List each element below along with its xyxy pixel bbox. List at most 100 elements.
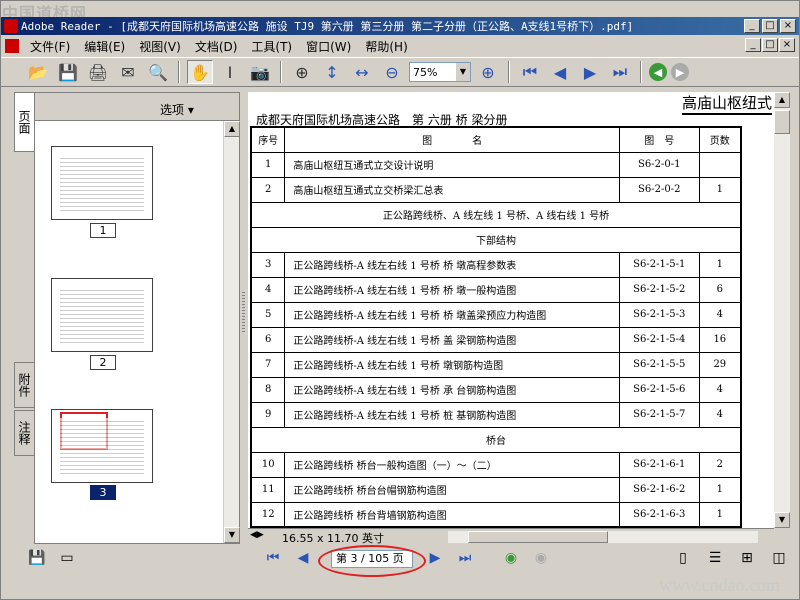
menu-view[interactable]: 视图(V) [132, 38, 188, 55]
last-page-icon[interactable]: ⏭ [607, 60, 633, 84]
menu-tools[interactable]: 工具(T) [244, 38, 299, 55]
continuous-facing-icon[interactable]: ◫ [769, 550, 789, 568]
adobe-reader-icon [4, 19, 18, 33]
chevron-down-icon[interactable]: ▼ [456, 63, 470, 81]
table-row: 4 正公路跨线桥-A 线左右线 1 号桥 桥 墩一般构造图 S6-2-1-5-2 6 [250, 276, 742, 303]
go-forward-icon[interactable]: ◉ [531, 550, 551, 568]
select-text-icon[interactable]: Ⅰ [217, 60, 243, 84]
page-icon[interactable]: ▭ [57, 550, 77, 568]
page-thumbnail[interactable] [51, 278, 153, 352]
row-number: 6 [250, 326, 286, 353]
page-count: 16 [698, 326, 742, 353]
document-view[interactable]: 成都天府国际机场高速公路 第 六册 桥 梁分册 高庙山枢纽式 序号 图 名 图 … [248, 92, 774, 528]
drawing-code: S6-2-1-6-1 [618, 451, 700, 478]
tab-attachments[interactable]: 附件 [14, 362, 34, 408]
print-icon[interactable]: 🖨 [85, 60, 111, 84]
page-thumbnail-selected[interactable] [51, 409, 153, 483]
minimize-button[interactable]: _ [744, 19, 760, 33]
row-number: 7 [250, 351, 286, 378]
continuous-icon[interactable]: ☰ [705, 550, 725, 568]
table-row: 8 正公路跨线桥-A 线左右线 1 号桥 承 台钢筋构造图 S6-2-1-5-6 4 [250, 376, 742, 403]
search-icon[interactable]: 🔍 [145, 60, 171, 84]
document-scrollbar[interactable]: ▲ ▼ [774, 92, 790, 528]
menu-help[interactable]: 帮助(H) [358, 38, 414, 55]
go-back-icon[interactable]: ◀ [649, 63, 667, 81]
scroll-up-icon[interactable]: ▲ [224, 121, 240, 137]
table-row: 9 正公路跨线桥-A 线左右线 1 号桥 桩 基钢筋构造图 S6-2-1-5-7 4 [250, 401, 742, 428]
single-page-icon[interactable]: ▯ [673, 550, 693, 568]
next-page-icon[interactable]: ▶ [577, 60, 603, 84]
scroll-down-icon[interactable]: ▼ [774, 512, 790, 528]
thumbnail-page-number: 1 [90, 223, 116, 238]
scroll-up-icon[interactable]: ▲ [774, 92, 790, 108]
menu-document[interactable]: 文档(D) [188, 38, 245, 55]
page-count: 2 [698, 451, 742, 478]
drawing-name: 正公路跨线桥-A 线左右线 1 号桥 桩 基钢筋构造图 [284, 401, 620, 428]
drawing-code: S6-2-0-1 [618, 151, 700, 178]
drawing-code: S6-2-1-5-5 [618, 351, 700, 378]
splitter-grip[interactable] [242, 292, 245, 332]
first-page-icon[interactable]: ⏮ [517, 60, 543, 84]
doc-close-button[interactable]: × [779, 38, 795, 52]
facing-icon[interactable]: ⊞ [737, 550, 757, 568]
page-count: 1 [698, 176, 742, 203]
zoom-in-icon[interactable]: ⊕ [475, 60, 501, 84]
doc-minimize-button[interactable]: _ [745, 38, 761, 52]
table-row: 6 正公路跨线桥-A 线左右线 1 号桥 盖 梁钢筋构造图 S6-2-1-5-4 16 [250, 326, 742, 353]
fit-width-icon[interactable]: ↔ [349, 60, 375, 84]
drawing-code: S6-2-0-2 [618, 176, 700, 203]
table-header-row: 序号 图 名 图 号 页数 [250, 126, 742, 153]
document-icon [5, 39, 19, 53]
row-number: 5 [250, 301, 286, 328]
options-menu[interactable]: 选项 ▾ [160, 101, 194, 118]
previous-page-icon[interactable]: ◀ [547, 60, 573, 84]
last-page-icon[interactable]: ⏭ [455, 550, 475, 568]
menu-edit[interactable]: 编辑(E) [77, 38, 132, 55]
table-row: 10 正公路跨线桥 桥台一般构造图（一）～（二） S6-2-1-6-1 2 [250, 451, 742, 478]
page-count: 29 [698, 351, 742, 378]
horizontal-scrollbar-thumb[interactable] [468, 531, 608, 543]
drawing-name: 高庙山枢纽互通式立交设计说明 [284, 151, 620, 178]
scroll-down-icon[interactable]: ▼ [224, 527, 240, 543]
zoom-in-tool-icon[interactable]: ⊕ [289, 60, 315, 84]
menu-file[interactable]: 文件(F) [23, 38, 77, 55]
maximize-button[interactable]: □ [762, 19, 778, 33]
menu-window[interactable]: 窗口(W) [299, 38, 358, 55]
page-count [698, 151, 742, 178]
snapshot-icon[interactable]: 📷 [247, 60, 273, 84]
row-number: 11 [250, 476, 286, 503]
table-row: 1 高庙山枢纽互通式立交设计说明 S6-2-0-1 [250, 151, 742, 178]
first-page-icon[interactable]: ⏮ [263, 550, 283, 568]
page-count: 4 [698, 301, 742, 328]
thumbnails-scrollbar[interactable]: ▲ ▼ [223, 121, 240, 543]
row-number: 1 [250, 151, 286, 178]
scrollbar-thumb[interactable] [774, 110, 790, 134]
close-button[interactable]: × [780, 19, 796, 33]
fit-height-icon[interactable]: ↕ [319, 60, 345, 84]
zoom-select[interactable]: 75% ▼ [409, 62, 471, 82]
tab-comments[interactable]: 注释 [14, 410, 34, 456]
drawing-name: 正公路跨线桥 桥台台帽钢筋构造图 [284, 476, 620, 503]
expand-icon[interactable]: ◀▶ [250, 530, 264, 540]
horizontal-bar: ◀▶ 16.55 x 11.70 英寸 [248, 528, 774, 545]
email-icon[interactable]: ✉ [115, 60, 141, 84]
go-back-icon[interactable]: ◉ [501, 550, 521, 568]
drawing-code: S6-2-1-6-3 [618, 501, 700, 528]
doc-restore-button[interactable]: □ [762, 38, 778, 52]
tab-pages[interactable]: 页面 [14, 92, 34, 152]
annotation-highlight-circle [318, 545, 426, 577]
next-page-icon[interactable]: ▶ [425, 550, 445, 568]
column-header: 页数 [698, 126, 742, 153]
page-thumbnail[interactable] [51, 146, 153, 220]
table-row: 7 正公路跨线桥-A 线左右线 1 号桥 墩钢筋构造图 S6-2-1-5-5 29 [250, 351, 742, 378]
horizontal-scrollbar[interactable] [448, 531, 758, 543]
open-folder-icon[interactable]: 📂 [25, 60, 51, 84]
zoom-out-icon[interactable]: ⊖ [379, 60, 405, 84]
save-status-icon[interactable]: 💾 [27, 550, 47, 568]
go-forward-icon[interactable]: ▶ [671, 63, 689, 81]
drawing-name: 正公路跨线桥-A 线左右线 1 号桥 桥 墩一般构造图 [284, 276, 620, 303]
previous-page-icon[interactable]: ◀ [293, 550, 313, 568]
save-icon[interactable]: 💾 [55, 60, 81, 84]
panel-splitter[interactable] [240, 92, 248, 544]
hand-tool-icon[interactable]: ✋ [187, 60, 213, 84]
